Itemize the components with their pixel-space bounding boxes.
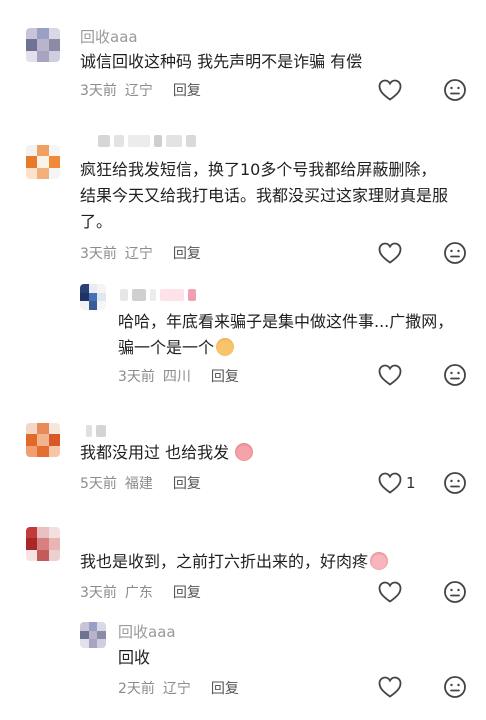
reply-button[interactable]: 回复 [173,476,201,492]
comment-text: 疯狂给我发短信，换了10多个号我都给屏蔽删除， 结果今天又给我打电话。我都没买过… [80,157,448,235]
comment-location: 福建 [124,476,153,492]
comment-location: 辽宁 [124,246,153,262]
comment-text-line: 结果今天又给我打电话。我都没买过这家理财真是服 [80,186,449,205]
reply-text: 回收 [118,648,151,667]
comment-text-content: 我都没用过 也给我发 [80,443,230,462]
reply-avatar[interactable] [80,284,106,310]
comment-text: 我都没用过 也给我发 [80,440,254,466]
like-count: 1 [406,474,416,492]
reply-location: 四川 [162,369,191,385]
username-blurred[interactable] [98,134,196,148]
meh-face-icon [444,472,466,494]
avatar[interactable] [26,423,60,457]
username[interactable]: 回收aaa [80,26,138,47]
comment-time: 3天前 [80,585,117,601]
dislike-button[interactable] [443,580,467,604]
dog-face-emoji-icon [216,338,235,356]
dislike-button[interactable] [443,78,467,102]
username[interactable]: 回收aaa [118,621,176,642]
meh-face-icon [444,242,466,264]
heart-outline-icon [378,242,402,264]
like-button[interactable] [378,581,402,603]
comment-text-line: 疯狂给我发短信，换了10多个号我都给屏蔽删除， [80,160,437,179]
comment-time: 3天前 [80,83,117,99]
reply-button[interactable]: 回复 [211,369,239,385]
comment-time: 3天前 [80,246,117,262]
dislike-button[interactable] [443,241,467,265]
like-button[interactable] [378,242,402,264]
reply-text-line: 骗一个是一个 [118,335,453,361]
avatar[interactable] [26,527,60,561]
reply-button[interactable]: 回复 [173,585,201,601]
username-blurred[interactable] [86,424,106,438]
reply-button[interactable]: 回复 [173,246,201,262]
comment-location: 辽宁 [124,83,153,99]
comment-text-content: 我也是收到，之前打六折出来的，好肉疼 [80,552,369,571]
heart-outline-icon [378,79,402,101]
like-button[interactable] [378,79,402,101]
comment-location: 广东 [124,585,153,601]
avatar[interactable] [26,145,60,179]
like-button[interactable] [378,364,402,386]
like-button[interactable]: 1 [378,472,416,494]
comment-time: 5天前 [80,476,117,492]
dislike-button[interactable] [443,675,467,699]
comment-text: 诚信回收这种码 我先声明不是诈骗 有偿 [80,52,363,71]
reply-text: 哈哈，年底看来骗子是集中做这件事...广撒网， 骗一个是一个 [118,309,453,361]
dislike-button[interactable] [443,471,467,495]
reply-button[interactable]: 回复 [211,681,239,697]
meh-face-icon [444,79,466,101]
meh-face-icon [444,581,466,603]
dislike-button[interactable] [443,363,467,387]
reply-meta: 2天前 辽宁 回复 [118,678,247,698]
reply-time: 3天前 [118,369,155,385]
heart-outline-icon [378,676,402,698]
reply-meta: 3天前 四川 回复 [118,366,247,386]
avatar[interactable] [26,28,60,62]
comment-meta: 3天前 辽宁 回复 [80,80,209,100]
meh-face-icon [444,364,466,386]
reply-button[interactable]: 回复 [173,83,201,99]
heart-outline-icon [378,581,402,603]
reply-location: 辽宁 [162,681,191,697]
comment-meta: 3天前 广东 回复 [80,582,209,602]
crying-face-emoji-icon [370,552,389,570]
reply-avatar[interactable] [80,622,106,648]
meh-face-icon [444,676,466,698]
reply-text-line: 哈哈，年底看来骗子是集中做这件事...广撒网， [118,312,454,331]
username-blurred[interactable] [120,288,196,302]
like-button[interactable] [378,676,402,698]
comment-meta: 5天前 福建 回复 [80,473,209,493]
reply-time: 2天前 [118,681,155,697]
heart-outline-icon [378,364,402,386]
reply-text-line-content: 骗一个是一个 [118,338,215,357]
heart-outline-icon [378,472,402,494]
comment-meta: 3天前 辽宁 回复 [80,243,209,263]
comment-text: 我也是收到，之前打六折出来的，好肉疼 [80,549,389,575]
crying-face-emoji-icon [235,443,254,461]
comment-text-line: 了。 [80,212,113,231]
